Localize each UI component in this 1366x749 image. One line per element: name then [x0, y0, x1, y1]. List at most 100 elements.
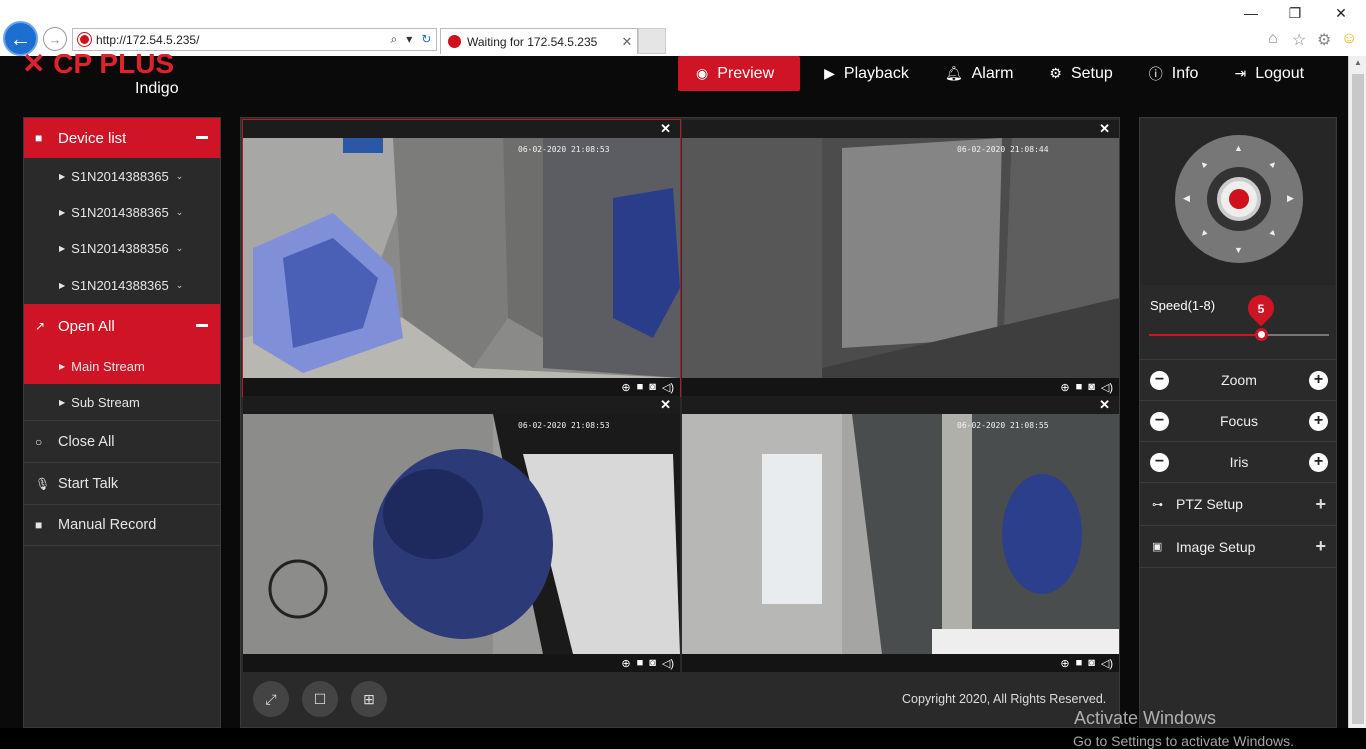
- device-item[interactable]: ▶ S1N2014388365 ⌄: [24, 266, 220, 304]
- device-item[interactable]: ▶ S1N2014388365 ⌄: [24, 194, 220, 230]
- vertical-scrollbar[interactable]: ▲: [1348, 56, 1366, 728]
- ptz-center-button[interactable]: [1217, 177, 1261, 221]
- speed-slider-fill: [1149, 334, 1261, 336]
- focus-minus-button[interactable]: −: [1150, 411, 1169, 431]
- dropdown-icon[interactable]: ▾: [406, 32, 412, 47]
- audio-icon[interactable]: ◁): [662, 381, 674, 394]
- iris-plus-button[interactable]: +: [1308, 452, 1328, 472]
- ptz-direction-dial[interactable]: ▲ ▼ ◀ ▶ ▲ ▲ ▲ ▲: [1175, 135, 1303, 263]
- address-bar[interactable]: http://172.54.5.235/ ⌕ ▾ ↻: [72, 28, 437, 51]
- arrow-right-icon[interactable]: ▶: [1287, 193, 1294, 204]
- home-icon[interactable]: ⌂: [1268, 30, 1278, 48]
- caret-right-icon: ▶: [59, 280, 66, 290]
- snapshot-camera-icon[interactable]: ◙: [1088, 657, 1095, 669]
- forward-button[interactable]: →: [43, 27, 67, 51]
- device-item[interactable]: ▶ S1N2014388365 ⌄: [24, 158, 220, 194]
- zoom-in-icon[interactable]: ⊕: [1060, 381, 1069, 394]
- start-talk-button[interactable]: 🎙︎ Start Talk: [24, 462, 220, 504]
- expand-plus-icon[interactable]: +: [1315, 494, 1326, 515]
- audio-icon[interactable]: ◁): [1101, 657, 1113, 670]
- speed-slider-handle[interactable]: [1255, 328, 1268, 341]
- device-list-header[interactable]: ■ Device list: [24, 118, 220, 158]
- collapse-icon[interactable]: [196, 136, 208, 139]
- arrow-up-right-icon[interactable]: ▲: [1267, 157, 1280, 170]
- single-square-icon: ☐: [313, 690, 327, 707]
- audio-icon[interactable]: ◁): [1101, 381, 1113, 394]
- record-video-icon[interactable]: ■: [637, 657, 644, 669]
- snapshot-camera-icon[interactable]: ◙: [1088, 381, 1095, 393]
- record-video-icon[interactable]: ■: [1076, 657, 1083, 669]
- favorites-star-icon[interactable]: ☆: [1292, 30, 1306, 50]
- camera-view-3[interactable]: ✕ 06-02-2020 21:08:53 ⊕ ■ ◙ ◁): [243, 396, 680, 672]
- speed-slider[interactable]: [1149, 328, 1329, 341]
- camera-timestamp: 06-02-2020 21:08:53: [518, 421, 610, 430]
- nav-setup[interactable]: ⚙ Setup: [1031, 56, 1130, 91]
- nav-alarm[interactable]: 🔔︎ Alarm: [927, 56, 1032, 91]
- smiley-feedback-icon[interactable]: ☺: [1341, 30, 1357, 48]
- close-icon[interactable]: ✕: [1099, 397, 1110, 413]
- image-setup-row[interactable]: ▣ Image Setup +: [1140, 525, 1336, 568]
- arrow-up-left-icon[interactable]: ▲: [1197, 157, 1210, 170]
- settings-gear-icon[interactable]: ⚙: [1317, 30, 1331, 50]
- quad-view-button[interactable]: ⊞: [351, 681, 387, 717]
- device-item[interactable]: ▶ S1N2014388356 ⌄: [24, 230, 220, 266]
- single-view-button[interactable]: ☐: [302, 681, 338, 717]
- chevron-down-icon[interactable]: ⌄: [176, 243, 184, 254]
- address-url[interactable]: http://172.54.5.235/: [96, 33, 386, 47]
- main-stream-item[interactable]: ▶ Main Stream: [24, 348, 220, 384]
- nav-info[interactable]: ⓘ Info: [1131, 56, 1217, 91]
- zoom-out-button[interactable]: −: [1150, 370, 1169, 390]
- ptz-setup-row[interactable]: ⊶ PTZ Setup +: [1140, 482, 1336, 525]
- nav-playback[interactable]: ▶ Playback: [806, 56, 927, 91]
- manual-record-button[interactable]: ■ Manual Record: [24, 504, 220, 546]
- nav-preview[interactable]: ◉ Preview: [678, 56, 801, 91]
- camera-view-4[interactable]: ✕ 06-02-2020 21:08:55 ⊕ ■ ◙ ◁): [682, 396, 1119, 672]
- camera-view-2[interactable]: ✕ 06-02-2020 21:08:44 ⊕ ■ ◙ ◁): [682, 120, 1119, 396]
- camera-feed: 06-02-2020 21:08:53: [243, 138, 680, 378]
- snapshot-camera-icon[interactable]: ◙: [649, 381, 656, 393]
- zoom-in-icon[interactable]: ⊕: [621, 381, 630, 394]
- arrow-down-icon[interactable]: ▼: [1234, 245, 1243, 255]
- sub-stream-item[interactable]: ▶ Sub Stream: [24, 384, 220, 420]
- browser-tab[interactable]: Waiting for 172.54.5.235 ✕: [440, 28, 638, 54]
- refresh-icon[interactable]: ↻: [421, 32, 431, 47]
- microphone-icon: 🎙︎: [35, 476, 51, 491]
- nav-logout[interactable]: ⇥ Logout: [1216, 56, 1322, 91]
- scrollbar-thumb[interactable]: [1352, 74, 1364, 724]
- arrow-down-right-icon[interactable]: ▲: [1267, 227, 1280, 240]
- scroll-up-icon[interactable]: ▲: [1349, 58, 1366, 67]
- expand-plus-icon[interactable]: +: [1315, 536, 1326, 557]
- collapse-icon[interactable]: [196, 324, 208, 327]
- chevron-down-icon[interactable]: ⌄: [176, 171, 184, 182]
- zoom-in-icon[interactable]: ⊕: [621, 657, 630, 670]
- close-icon[interactable]: ✕: [660, 397, 671, 413]
- close-window-button[interactable]: ✕: [1331, 5, 1351, 22]
- open-all-header[interactable]: ↗ Open All: [24, 304, 220, 348]
- zoom-in-icon[interactable]: ⊕: [1060, 657, 1069, 670]
- zoom-in-button[interactable]: +: [1308, 370, 1328, 390]
- search-icon[interactable]: ⌕: [391, 32, 398, 47]
- arrow-up-icon[interactable]: ▲: [1234, 143, 1243, 153]
- new-tab-button[interactable]: [638, 28, 666, 54]
- record-video-icon[interactable]: ■: [1076, 381, 1083, 393]
- close-icon[interactable]: ✕: [1099, 121, 1110, 137]
- arrow-left-icon[interactable]: ◀: [1183, 193, 1190, 204]
- close-icon[interactable]: ✕: [660, 121, 671, 137]
- iris-minus-button[interactable]: −: [1150, 452, 1169, 472]
- tab-close-icon[interactable]: ✕: [617, 34, 637, 50]
- audio-icon[interactable]: ◁): [662, 657, 674, 670]
- logo-mark-icon: ✕: [22, 54, 54, 74]
- focus-plus-button[interactable]: +: [1309, 411, 1328, 431]
- chevron-down-icon[interactable]: ⌄: [176, 280, 184, 291]
- fullscreen-button[interactable]: ⤢: [253, 681, 289, 717]
- arrow-down-left-icon[interactable]: ▲: [1197, 227, 1210, 240]
- minimize-button[interactable]: —: [1241, 5, 1261, 21]
- restore-button[interactable]: ❐: [1285, 5, 1305, 22]
- snapshot-camera-icon[interactable]: ◙: [649, 657, 656, 669]
- record-video-icon[interactable]: ■: [637, 381, 644, 393]
- back-button[interactable]: ←: [3, 21, 38, 56]
- camera-controls: ⊕ ■ ◙ ◁): [682, 654, 1119, 672]
- camera-view-1[interactable]: ✕ 06-02-2020 21:08:53 ⊕ ■ ◙ ◁): [242, 119, 681, 397]
- chevron-down-icon[interactable]: ⌄: [176, 207, 184, 218]
- close-all-button[interactable]: ○ Close All: [24, 420, 220, 462]
